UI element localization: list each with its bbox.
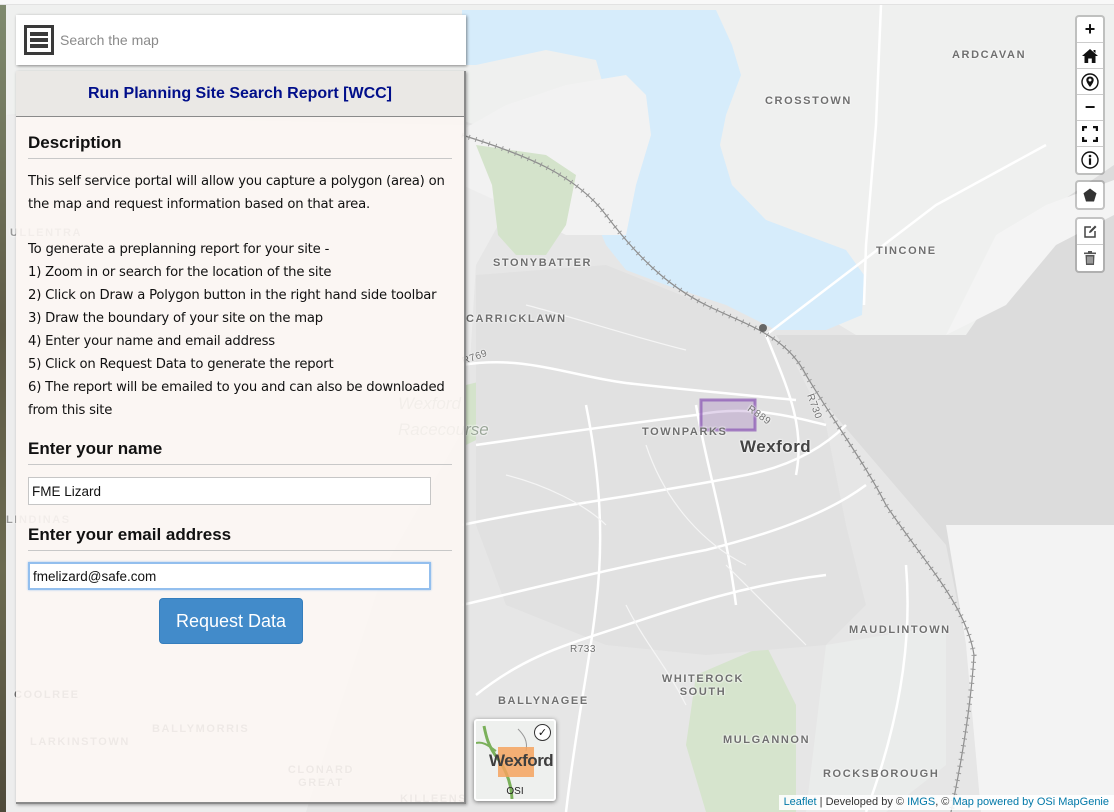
minus-icon: − [1084,97,1096,117]
window-left-strip [0,5,6,812]
attribution-text: | Developed by © [816,796,908,808]
map-label: MAUDLINTOWN [849,624,951,636]
email-field[interactable] [28,562,431,590]
hamburger-icon-bar [30,32,48,36]
description-intro: This self service portal will allow you … [28,174,445,212]
instruction-step: 5) Click on Request Data to generate the… [28,357,334,372]
app-frame: ARDCAVAN CROSSTOWN TINCONE STONYBATTER C… [0,0,1114,812]
attribution-text: , © [935,796,953,808]
search-input[interactable] [60,32,450,48]
draw-polygon-button[interactable] [1077,182,1103,208]
checkmark-icon: ✓ [534,724,551,741]
fullscreen-icon [1082,125,1098,142]
location-pin-icon [1081,72,1099,91]
home-button[interactable] [1077,43,1103,69]
panel-header: Run Planning Site Search Report [WCC] [16,71,464,117]
hamburger-icon-bar [30,44,48,48]
zoom-in-button[interactable]: + [1077,17,1103,43]
map-label: TINCONE [876,245,937,257]
map-label: ARDCAVAN [952,49,1027,61]
map-label: BALLYNAGEE [498,695,589,707]
osi-mapgenie-link[interactable]: Map powered by OSi MapGenie [952,796,1109,808]
road-label: R733 [570,644,596,655]
report-panel: Run Planning Site Search Report [WCC] De… [16,71,466,804]
map-label: TOWNPARKS [642,426,728,438]
basemap-switcher-osi[interactable]: Wexford ✓ OSI [474,719,556,801]
map-label: MULGANNON [723,734,811,746]
fullscreen-button[interactable] [1077,121,1103,147]
instruction-step: 2) Click on Draw a Polygon button in the… [28,288,437,303]
window-top-strip [0,0,1114,5]
instructions-intro: To generate a preplanning report for you… [28,242,330,257]
plus-icon: + [1084,19,1096,39]
request-data-button[interactable]: Request Data [159,598,303,644]
map-label: STONYBATTER [493,257,593,269]
info-button[interactable] [1077,147,1103,173]
name-field[interactable] [28,477,431,505]
hamburger-icon-bar [30,38,48,42]
description-text: This self service portal will allow you … [28,170,452,422]
edit-toolbar [1075,217,1105,273]
description-heading: Description [28,117,452,159]
map-toolbar-main: + − [1075,15,1105,175]
home-icon [1082,48,1098,63]
locate-button[interactable] [1077,69,1103,95]
instruction-step: 4) Enter your name and email address [28,334,275,349]
imgs-link[interactable]: IMGS [907,796,935,808]
menu-hamburger-button[interactable] [24,25,54,55]
edit-layers-button[interactable] [1077,219,1103,245]
minimap-layer-name: OSI [506,786,524,797]
email-heading: Enter your email address [28,505,452,551]
zoom-out-button[interactable]: − [1077,95,1103,121]
name-heading: Enter your name [28,422,452,465]
instruction-step: 3) Draw the boundary of your site on the… [28,311,323,326]
map-attribution: Leaflet | Developed by © IMGS, © Map pow… [778,795,1114,810]
edit-icon [1084,225,1097,238]
trash-icon [1084,251,1096,265]
panel-title: Run Planning Site Search Report [WCC] [87,84,392,102]
instruction-step: 6) The report will be emailed to you and… [28,380,445,418]
draw-toolbar [1075,180,1105,210]
delete-layers-button[interactable] [1077,245,1103,271]
map-label-wexford: Wexford [740,437,812,456]
info-icon [1081,151,1099,169]
map-label: CROSSTOWN [765,95,852,107]
search-bar [16,15,466,65]
map-label: CARRICKLAWN [466,313,567,325]
map-label: WHITEROCK SOUTH [661,673,745,698]
instruction-step: 1) Zoom in or search for the location of… [28,265,332,280]
polygon-icon [1083,188,1097,202]
minimap-town-label: Wexford [489,751,554,770]
leaflet-link[interactable]: Leaflet [784,796,817,808]
map-label: ROCKSBOROUGH [823,768,940,780]
